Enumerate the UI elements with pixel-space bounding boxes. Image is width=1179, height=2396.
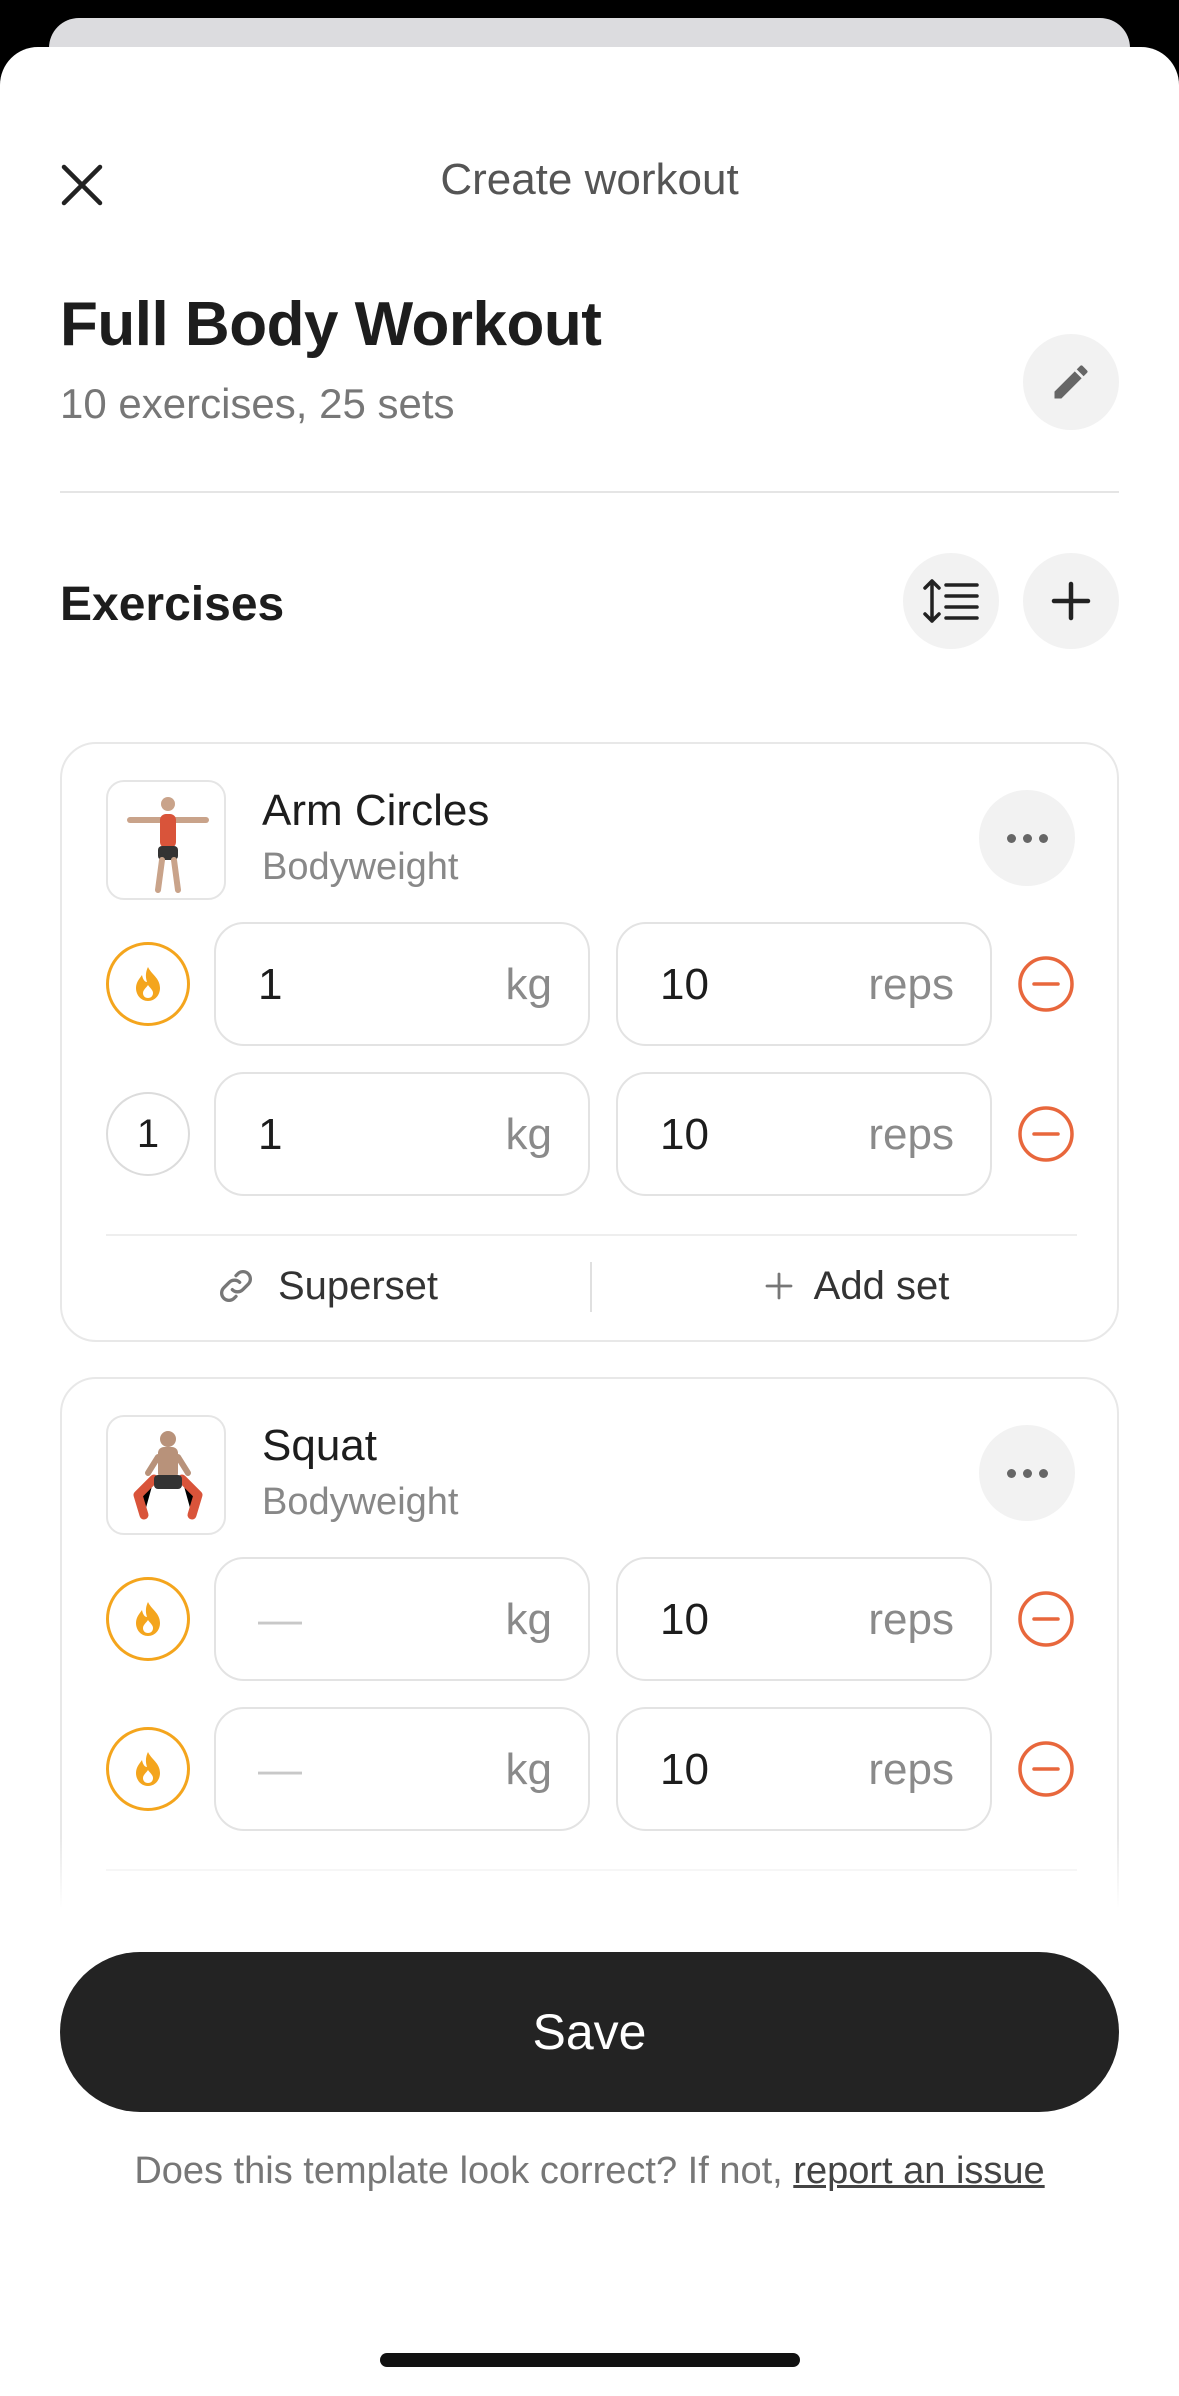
exercise-category: Bodyweight (262, 846, 459, 888)
set-row: — kg 10 reps (62, 1557, 1117, 1681)
warmup-set-badge[interactable] (106, 942, 190, 1026)
flame-icon (136, 967, 160, 1001)
workout-summary: 10 exercises, 25 sets (60, 380, 455, 427)
weight-input[interactable]: 1 kg (214, 1072, 590, 1196)
exercise-list[interactable]: Arm Circles Bodyweight 1 kg 10 reps 1 1 … (0, 687, 1179, 1907)
nav-bar: Create workout (0, 47, 1179, 257)
pencil-icon (1054, 365, 1088, 399)
edit-workout-button[interactable] (1023, 334, 1119, 430)
remove-set-button[interactable] (1016, 1104, 1076, 1164)
header-divider (60, 491, 1119, 493)
weight-input[interactable]: 1 kg (214, 922, 590, 1046)
link-icon (219, 1270, 252, 1302)
reorder-button[interactable] (903, 553, 999, 649)
more-icon (1006, 1468, 1016, 1478)
exercise-name: Squat (262, 1421, 377, 1470)
set-row: 1 kg 10 reps (62, 922, 1117, 1046)
arm-circles-illustration (127, 797, 209, 893)
save-button[interactable]: Save (60, 1952, 1119, 2112)
set-row: — kg 10 reps (62, 1707, 1117, 1831)
workout-title: Full Body Workout (60, 290, 602, 359)
plus-icon (1051, 581, 1091, 621)
exercise-card: Arm Circles Bodyweight 1 kg 10 reps 1 1 … (60, 742, 1119, 1342)
card-actions: Superset Add set (62, 1236, 1117, 1336)
add-exercise-button[interactable] (1023, 553, 1119, 649)
exercise-category: Bodyweight (262, 1481, 459, 1523)
scroll-fade (0, 1837, 1179, 1917)
plus-icon (765, 1272, 793, 1300)
flame-icon (136, 1752, 160, 1786)
remove-set-button[interactable] (1016, 954, 1076, 1014)
exercise-card: Squat Bodyweight — kg 10 reps — kg 10 re… (60, 1377, 1119, 1907)
reps-input[interactable]: 10 reps (616, 1557, 992, 1681)
exercise-thumbnail[interactable] (106, 1415, 226, 1535)
add-set-button[interactable]: Add set (592, 1236, 1121, 1336)
squat-illustration (133, 1431, 203, 1520)
set-number-badge[interactable]: 1 (106, 1092, 190, 1176)
exercises-section-title: Exercises (60, 578, 285, 631)
remove-set-button[interactable] (1016, 1589, 1076, 1649)
report-issue-link[interactable]: report an issue (793, 2150, 1044, 2192)
nav-title: Create workout (440, 155, 739, 204)
flame-icon (136, 1602, 160, 1636)
weight-input[interactable]: — kg (214, 1557, 590, 1681)
exercise-more-button[interactable] (979, 790, 1075, 886)
set-row: 1 1 kg 10 reps (62, 1072, 1117, 1196)
reorder-icon (923, 579, 979, 623)
warmup-set-badge[interactable] (106, 1577, 190, 1661)
exercise-thumbnail[interactable] (106, 780, 226, 900)
create-workout-sheet: Create workout Full Body Workout 10 exer… (0, 47, 1179, 2396)
more-icon (1006, 833, 1016, 843)
reps-input[interactable]: 10 reps (616, 922, 992, 1046)
warmup-set-badge[interactable] (106, 1727, 190, 1811)
exercise-more-button[interactable] (979, 1425, 1075, 1521)
exercise-name: Arm Circles (262, 786, 490, 835)
remove-set-button[interactable] (1016, 1739, 1076, 1799)
weight-input[interactable]: — kg (214, 1707, 590, 1831)
superset-button[interactable]: Superset (62, 1236, 590, 1336)
footer-note: Does this template look correct? If not,… (134, 2150, 1045, 2192)
reps-input[interactable]: 10 reps (616, 1072, 992, 1196)
home-indicator[interactable] (380, 2353, 800, 2367)
reps-input[interactable]: 10 reps (616, 1707, 992, 1831)
